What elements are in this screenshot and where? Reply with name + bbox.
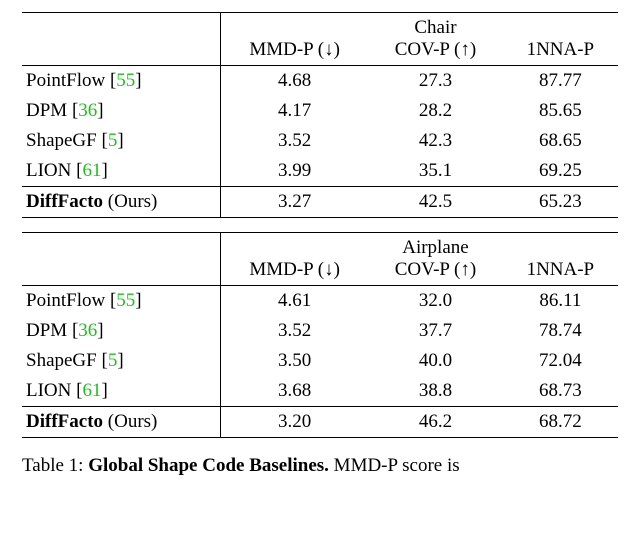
citation: 55 <box>116 70 135 91</box>
citation: 61 <box>82 380 101 401</box>
table-chair: Chair MMD-P (↓) COV-P (↑) 1NNA-P PointFl… <box>22 12 618 218</box>
table-row: LION [61] 3.99 35.1 69.25 <box>22 156 618 187</box>
citation: 36 <box>78 100 97 121</box>
table-row: LION [61] 3.68 38.8 68.73 <box>22 376 618 407</box>
citation: 5 <box>108 350 118 371</box>
citation: 61 <box>82 160 101 181</box>
category-header: Chair <box>368 13 502 40</box>
table-caption: Table 1: Global Shape Code Baselines. MM… <box>22 452 618 478</box>
table-row-ours: DiffFacto (Ours) 3.20 46.2 68.72 <box>22 407 618 438</box>
table-row: DPM [36] 3.52 37.7 78.74 <box>22 316 618 346</box>
col-mmd: MMD-P (↓) <box>221 259 369 286</box>
col-1nna: 1NNA-P <box>503 39 618 66</box>
category-header: Airplane <box>368 233 502 260</box>
table-row-ours: DiffFacto (Ours) 3.27 42.5 65.23 <box>22 187 618 218</box>
citation: 5 <box>108 130 118 151</box>
citation: 55 <box>116 290 135 311</box>
citation: 36 <box>78 320 97 341</box>
table-airplane: Airplane MMD-P (↓) COV-P (↑) 1NNA-P Poin… <box>22 232 618 438</box>
table-row: DPM [36] 4.17 28.2 85.65 <box>22 96 618 126</box>
table-row: PointFlow [55] 4.68 27.3 87.77 <box>22 66 618 97</box>
table-row: PointFlow [55] 4.61 32.0 86.11 <box>22 286 618 317</box>
page: Chair MMD-P (↓) COV-P (↑) 1NNA-P PointFl… <box>0 0 640 478</box>
col-cov: COV-P (↑) <box>368 39 502 66</box>
col-cov: COV-P (↑) <box>368 259 502 286</box>
table-row: ShapeGF [5] 3.50 40.0 72.04 <box>22 346 618 376</box>
col-mmd: MMD-P (↓) <box>221 39 369 66</box>
table-row: ShapeGF [5] 3.52 42.3 68.65 <box>22 126 618 156</box>
col-1nna: 1NNA-P <box>503 259 618 286</box>
